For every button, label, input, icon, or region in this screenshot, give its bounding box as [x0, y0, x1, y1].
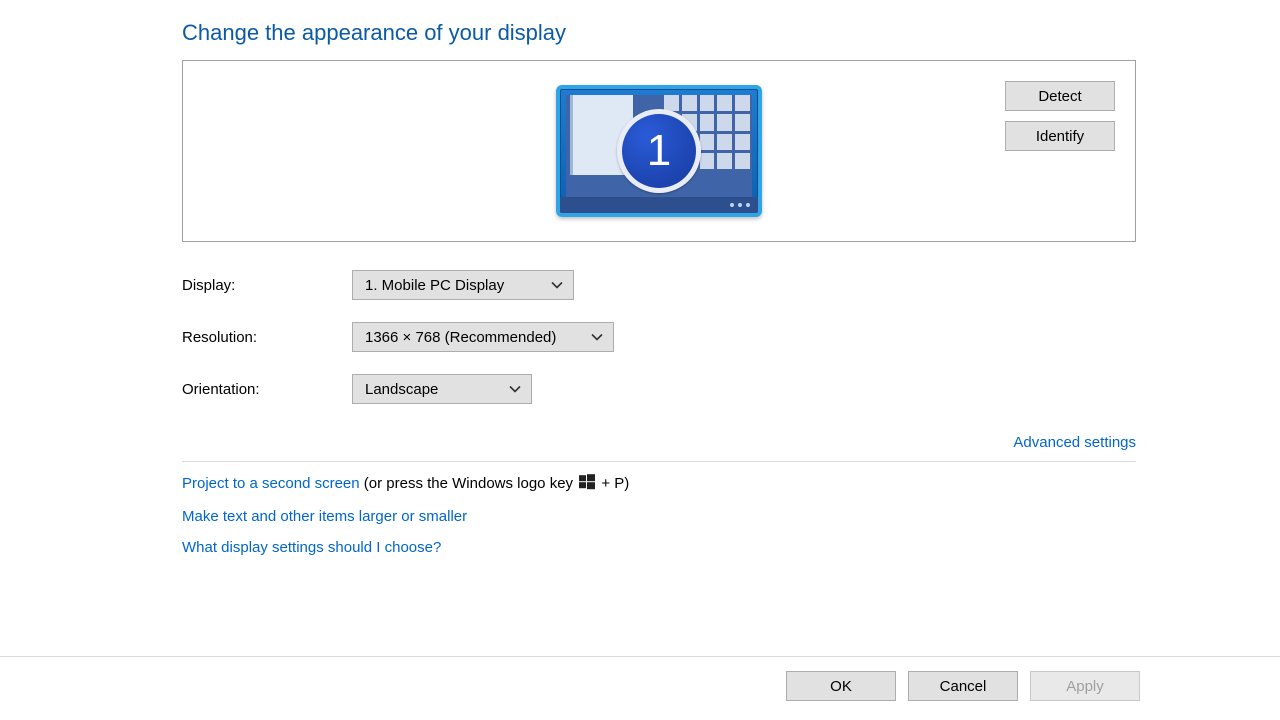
apply-button: Apply: [1030, 671, 1140, 701]
orientation-label: Orientation:: [182, 381, 352, 398]
display-arrangement-box[interactable]: 1 Detect Identify: [182, 60, 1136, 242]
chevron-down-icon: [591, 333, 603, 341]
display-settings-panel: Change the appearance of your display 1 …: [182, 20, 1136, 570]
display-label: Display:: [182, 277, 352, 294]
chevron-down-icon: [551, 281, 563, 289]
resolution-label: Resolution:: [182, 329, 352, 346]
related-links: Project to a second screen (or press the…: [182, 474, 1136, 556]
windows-logo-icon: [579, 474, 595, 494]
monitor-preview-1[interactable]: 1: [556, 85, 762, 217]
project-hint-prefix: (or press the Windows logo key: [360, 475, 578, 492]
monitor-number-badge: 1: [617, 109, 701, 193]
orientation-dropdown[interactable]: Landscape: [352, 374, 532, 404]
orientation-dropdown-value: Landscape: [365, 381, 438, 398]
dialog-button-row: OK Cancel Apply: [0, 656, 1280, 701]
identify-button[interactable]: Identify: [1005, 121, 1115, 151]
help-link[interactable]: What display settings should I choose?: [182, 539, 441, 556]
resolution-dropdown[interactable]: 1366 × 768 (Recommended): [352, 322, 614, 352]
display-dropdown[interactable]: 1. Mobile PC Display: [352, 270, 574, 300]
cancel-button[interactable]: Cancel: [908, 671, 1018, 701]
separator: [182, 461, 1136, 462]
display-dropdown-value: 1. Mobile PC Display: [365, 277, 504, 294]
detect-button[interactable]: Detect: [1005, 81, 1115, 111]
advanced-settings-link[interactable]: Advanced settings: [1013, 434, 1136, 451]
project-second-screen-link[interactable]: Project to a second screen: [182, 475, 360, 492]
resolution-dropdown-value: 1366 × 768 (Recommended): [365, 329, 556, 346]
text-size-link[interactable]: Make text and other items larger or smal…: [182, 508, 467, 525]
ok-button[interactable]: OK: [786, 671, 896, 701]
project-hint-suffix: + P): [597, 475, 629, 492]
chevron-down-icon: [509, 385, 521, 393]
page-title: Change the appearance of your display: [182, 20, 1136, 46]
